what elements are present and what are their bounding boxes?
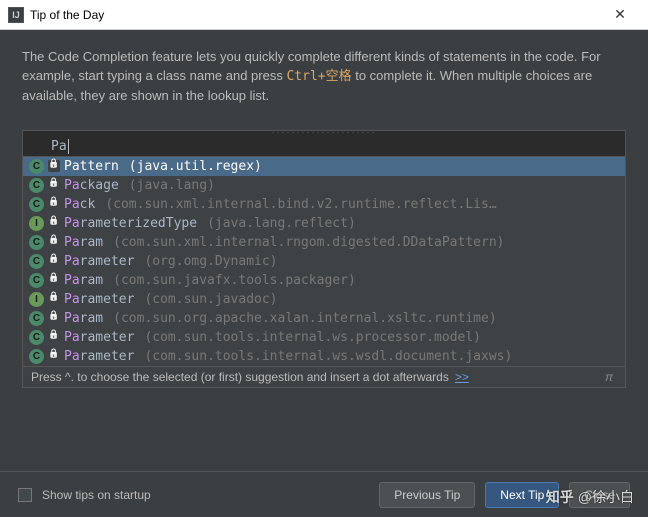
- window-title: Tip of the Day: [30, 8, 600, 22]
- interface-icon: I: [29, 216, 44, 231]
- suggestion-name: Param: [64, 273, 103, 288]
- lock-icon: [48, 293, 60, 305]
- lock-icon: [48, 312, 60, 324]
- class-icon: C: [29, 197, 44, 212]
- suggestion-row[interactable]: I ParameterizedType (java.lang.reflect): [23, 214, 625, 233]
- suggestion-row[interactable]: C Parameter (com.sun.tools.internal.ws.wsd…: [23, 347, 625, 366]
- suggestion-name: Pack: [64, 197, 95, 212]
- close-button[interactable]: Close: [569, 482, 630, 508]
- suggestion-name: Package: [64, 178, 119, 193]
- lock-icon: [48, 350, 60, 362]
- lock-icon: [48, 236, 60, 248]
- interface-icon: I: [29, 292, 44, 307]
- suggestion-row[interactable]: C Parameter (org.omg.Dynamic): [23, 252, 625, 271]
- suggestion-name: Parameter: [64, 349, 134, 364]
- suggestion-package: (java.lang.reflect): [207, 216, 356, 231]
- lock-icon: [48, 198, 60, 210]
- hint-text: Press ^. to choose the selected (or firs…: [31, 370, 449, 384]
- lock-icon: [48, 274, 60, 286]
- footer: Show tips on startup Previous Tip Next T…: [0, 471, 648, 517]
- class-icon: C: [29, 349, 44, 364]
- class-icon: C: [29, 273, 44, 288]
- completion-popup[interactable]: C Pattern (java.util.regex) C Package (java.l…: [23, 156, 625, 366]
- next-tip-button[interactable]: Next Tip: [485, 482, 559, 508]
- hint-more-link[interactable]: >>: [455, 370, 469, 384]
- previous-tip-button[interactable]: Previous Tip: [379, 482, 475, 508]
- lock-icon: [48, 255, 60, 267]
- show-tips-label[interactable]: Show tips on startup: [42, 488, 369, 502]
- hint-bar: Press ^. to choose the selected (or firs…: [23, 366, 625, 387]
- suggestion-row[interactable]: C Parameter (com.sun.tools.internal.ws.pro…: [23, 328, 625, 347]
- suggestion-row[interactable]: C Package (java.lang): [23, 176, 625, 195]
- suggestion-row[interactable]: I Parameter (com.sun.javadoc): [23, 290, 625, 309]
- suggestion-package: (com.sun.xml.internal.rngom.digested.DDa…: [113, 235, 504, 250]
- suggestion-package: (com.sun.tools.internal.ws.processor.mod…: [144, 330, 481, 345]
- suggestion-name: Param: [64, 311, 103, 326]
- code-example: ····················· Pa CPattern(java.u…: [22, 130, 626, 388]
- suggestion-row[interactable]: C Pack (com.sun.xml.internal.bind.v2.runti…: [23, 195, 625, 214]
- lock-icon: [48, 160, 60, 172]
- class-icon: C: [29, 178, 44, 193]
- suggestion-package: (com.sun.javadoc): [144, 292, 277, 307]
- suggestion-row[interactable]: C Param (com.sun.javafx.tools.packager): [23, 271, 625, 290]
- suggestion-name: Parameter: [64, 292, 134, 307]
- titlebar: IJ Tip of the Day ✕: [0, 0, 648, 30]
- class-icon: C: [29, 159, 44, 174]
- class-icon: C: [29, 311, 44, 326]
- class-icon: C: [29, 330, 44, 345]
- tip-text: The Code Completion feature lets you qui…: [0, 30, 648, 116]
- shortcut-key: Ctrl+空格: [286, 69, 351, 84]
- suggestion-name: Parameter: [64, 254, 134, 269]
- app-icon: IJ: [8, 7, 24, 23]
- suggestion-name: ParameterizedType: [64, 216, 197, 231]
- suggestion-package: (java.lang): [129, 178, 215, 193]
- suggestion-name: Pattern: [64, 159, 119, 174]
- close-icon[interactable]: ✕: [600, 6, 640, 23]
- class-icon: C: [29, 254, 44, 269]
- pi-icon: π: [605, 370, 617, 384]
- suggestion-package: (com.sun.javafx.tools.packager): [113, 273, 356, 288]
- caret-icon: [68, 139, 69, 154]
- editor-line: Pa: [23, 135, 625, 156]
- class-icon: C: [29, 235, 44, 250]
- suggestion-package: (com.sun.tools.internal.ws.wsdl.document…: [144, 349, 512, 364]
- suggestion-row[interactable]: C Param (com.sun.xml.internal.rngom.digest…: [23, 233, 625, 252]
- suggestion-row[interactable]: C Pattern (java.util.regex): [23, 157, 625, 176]
- typed-text: Pa: [51, 139, 67, 154]
- suggestion-package: (com.sun.xml.internal.bind.v2.runtime.re…: [105, 197, 496, 212]
- lock-icon: [48, 331, 60, 343]
- lock-icon: [48, 217, 60, 229]
- show-tips-checkbox[interactable]: [18, 488, 32, 502]
- suggestion-name: Param: [64, 235, 103, 250]
- suggestion-name: Parameter: [64, 330, 134, 345]
- suggestion-package: (com.sun.org.apache.xalan.internal.xsltc…: [113, 311, 497, 326]
- lock-icon: [48, 179, 60, 191]
- suggestion-row[interactable]: C Param (com.sun.org.apache.xalan.internal…: [23, 309, 625, 328]
- suggestion-package: (org.omg.Dynamic): [144, 254, 277, 269]
- suggestion-package: (java.util.regex): [129, 159, 262, 174]
